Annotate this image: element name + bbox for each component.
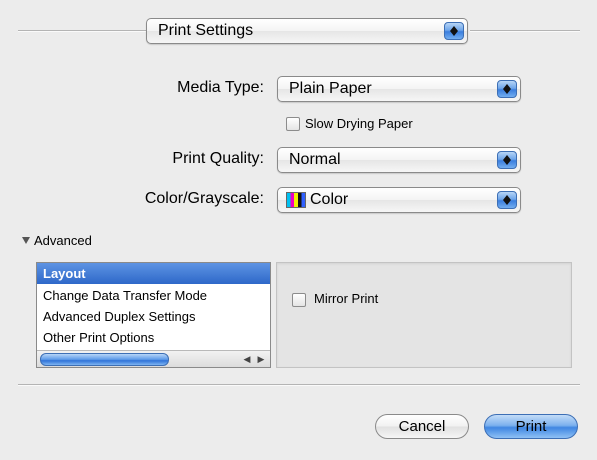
settings-popup-value: Print Settings — [158, 22, 254, 39]
mirror-print-label: Mirror Print — [314, 291, 379, 306]
horizontal-scrollbar[interactable]: ◀ ▶ — [37, 350, 270, 367]
advanced-label: Advanced — [34, 233, 92, 248]
popup-arrows-icon — [444, 22, 464, 40]
media-type-popup[interactable]: Plain Paper — [277, 76, 521, 102]
layout-options-panel: Mirror Print — [276, 262, 572, 368]
scroll-thumb[interactable] — [40, 353, 169, 366]
popup-arrows-icon — [497, 80, 517, 98]
top-separator-left — [18, 30, 146, 31]
print-quality-popup[interactable]: Normal — [277, 147, 521, 173]
popup-arrows-icon — [497, 191, 517, 209]
scroll-right-icon[interactable]: ▶ — [254, 352, 268, 366]
print-quality-value: Normal — [289, 151, 341, 168]
list-item-label: Layout — [43, 266, 86, 281]
media-type-value: Plain Paper — [289, 80, 372, 97]
scroll-left-icon[interactable]: ◀ — [240, 352, 254, 366]
list-item[interactable]: Other Print Options — [37, 327, 270, 348]
color-grayscale-content: Color — [286, 188, 348, 212]
mirror-print-checkbox[interactable] — [292, 293, 306, 307]
media-type-label: Media Type: — [177, 79, 264, 96]
top-separator-right — [470, 30, 580, 31]
advanced-disclosure[interactable]: Advanced — [22, 233, 92, 248]
cancel-button[interactable]: Cancel — [375, 414, 469, 439]
cancel-button-label: Cancel — [398, 418, 446, 435]
list-item[interactable]: Advanced Duplex Settings — [37, 306, 270, 327]
popup-arrows-icon — [497, 151, 517, 169]
color-swatch-icon — [286, 192, 306, 208]
disclosure-triangle-icon — [22, 237, 30, 244]
bottom-separator — [18, 384, 580, 385]
color-grayscale-value: Color — [310, 191, 349, 208]
slow-drying-checkbox[interactable] — [286, 117, 300, 131]
list-item[interactable]: Layout — [37, 263, 270, 284]
color-grayscale-label: Color/Grayscale: — [144, 190, 264, 207]
slow-drying-label: Slow Drying Paper — [305, 116, 413, 131]
print-button-label: Print — [515, 418, 547, 435]
list-item-label: Change Data Transfer Mode — [43, 288, 208, 303]
list-item[interactable]: Change Data Transfer Mode — [37, 285, 270, 306]
list-item-label: Other Print Options — [43, 330, 155, 345]
print-button[interactable]: Print — [484, 414, 578, 439]
print-quality-label: Print Quality: — [172, 150, 264, 167]
color-grayscale-popup[interactable]: Color — [277, 187, 521, 213]
list-item-label: Advanced Duplex Settings — [43, 309, 196, 324]
settings-popup[interactable]: Print Settings — [146, 18, 468, 44]
advanced-options-list[interactable]: Layout Change Data Transfer Mode Advance… — [36, 262, 271, 368]
